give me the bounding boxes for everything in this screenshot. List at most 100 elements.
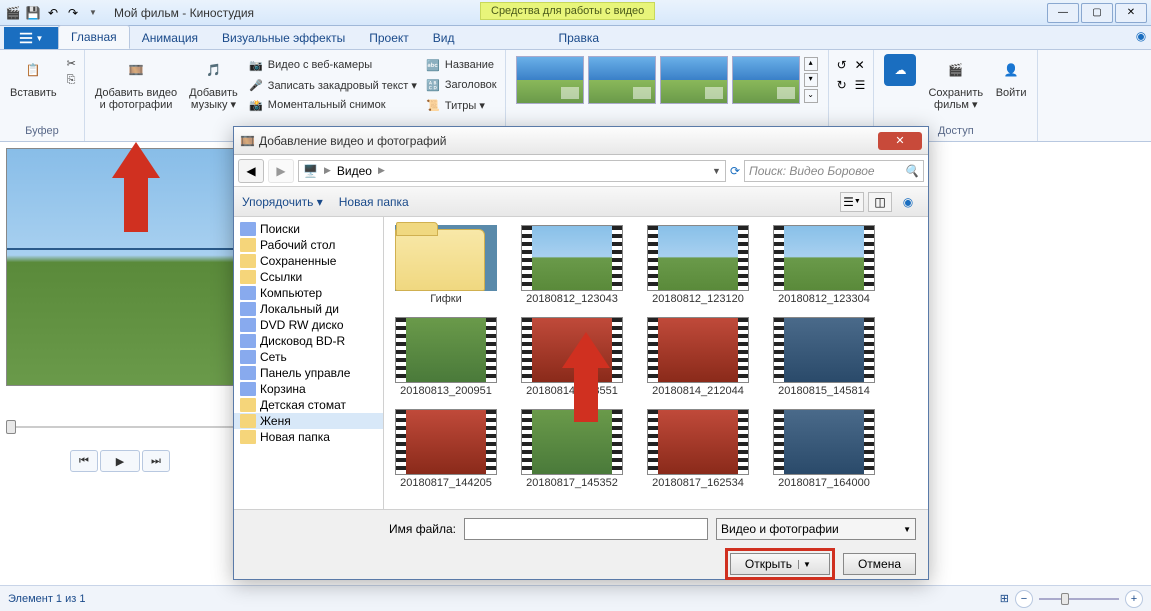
file-list[interactable]: Гифки20180812_12304320180812_12312020180… xyxy=(384,217,928,509)
tab-edit[interactable]: Правка xyxy=(546,27,611,49)
cut-button[interactable]: ✂ xyxy=(65,56,78,71)
tab-project[interactable]: Проект xyxy=(357,27,421,49)
view-options-button[interactable]: ☰ ▼ xyxy=(840,192,864,212)
tree-item[interactable]: Ссылки xyxy=(234,269,383,285)
nav-forward-button[interactable]: ▶ xyxy=(268,159,294,183)
tab-main[interactable]: Главная xyxy=(58,25,130,49)
theme-thumb-4[interactable] xyxy=(732,56,800,104)
next-button[interactable]: ⏭ xyxy=(142,450,170,472)
file-item[interactable]: 20180814_212044 xyxy=(644,317,752,397)
prev-button[interactable]: ⏮ xyxy=(70,450,98,472)
theme-thumb-1[interactable] xyxy=(516,56,584,104)
zoom-in-button[interactable]: + xyxy=(1125,590,1143,608)
dialog-title: Добавление видео и фотографий xyxy=(259,134,446,148)
file-item[interactable]: 20180812_123120 xyxy=(644,225,752,305)
maximize-button[interactable]: ▢ xyxy=(1081,3,1113,23)
tree-item[interactable]: Компьютер xyxy=(234,285,383,301)
save-icon[interactable]: 💾 xyxy=(24,4,42,22)
tab-effects[interactable]: Визуальные эффекты xyxy=(210,27,357,49)
file-item[interactable]: 20180817_164000 xyxy=(770,409,878,489)
snapshot-button[interactable]: 📸Моментальный снимок xyxy=(246,96,419,114)
signin-button[interactable]: 👤 Войти xyxy=(991,52,1031,101)
search-input[interactable]: Поиск: Видео Боровое 🔍 xyxy=(744,160,924,182)
file-item[interactable]: 20180812_123304 xyxy=(770,225,878,305)
breadcrumb-dropdown-icon[interactable]: ▼ xyxy=(712,166,721,176)
dialog-help-icon[interactable]: ◉ xyxy=(896,192,920,212)
file-item[interactable]: 20180817_162534 xyxy=(644,409,752,489)
tree-item[interactable]: Корзина xyxy=(234,381,383,397)
undo-icon[interactable]: ↶ xyxy=(44,4,62,22)
qat-dropdown-icon[interactable]: ▼ xyxy=(84,4,102,22)
folder-icon xyxy=(240,350,256,364)
theme-scroll-down[interactable]: ▾ xyxy=(804,73,818,87)
voiceover-button[interactable]: 🎤Записать закадровый текст ▾ xyxy=(246,76,419,94)
timeline-slider[interactable] xyxy=(6,426,234,428)
credits-button[interactable]: 📜Титры ▾ xyxy=(423,96,499,114)
file-item[interactable]: 20180813_200951 xyxy=(392,317,500,397)
zoom-slider[interactable] xyxy=(1039,598,1119,600)
play-button[interactable]: ▶ xyxy=(100,450,140,472)
close-button[interactable]: ✕ xyxy=(1115,3,1147,23)
delete-icon[interactable]: ✕ xyxy=(855,58,866,72)
add-music-button[interactable]: 🎵 Добавить музыку ▾ xyxy=(185,52,242,113)
open-split-arrow[interactable]: ▼ xyxy=(798,560,815,569)
theme-thumb-3[interactable] xyxy=(660,56,728,104)
zoom-thumb[interactable] xyxy=(1061,593,1069,605)
filename-input[interactable] xyxy=(464,518,708,540)
file-item[interactable]: 20180815_145814 xyxy=(770,317,878,397)
app-icon[interactable]: 🎬 xyxy=(4,4,22,22)
tree-item[interactable]: Новая папка xyxy=(234,429,383,445)
nav-back-button[interactable]: ◀ xyxy=(238,159,264,183)
paste-button[interactable]: 📋 Вставить xyxy=(6,52,61,101)
folder-icon xyxy=(240,222,256,236)
refresh-icon[interactable]: ⟳ xyxy=(730,164,740,178)
file-menu-button[interactable]: ▼ xyxy=(4,27,58,49)
view-mode-icon[interactable]: ⊞ xyxy=(1000,592,1009,605)
organize-button[interactable]: Упорядочить ▾ xyxy=(242,195,323,209)
open-button[interactable]: Открыть ▼ xyxy=(730,553,830,575)
rotate-left-icon[interactable]: ↺ xyxy=(837,58,847,72)
tree-item[interactable]: Сохраненные xyxy=(234,253,383,269)
tree-item[interactable]: Панель управле xyxy=(234,365,383,381)
tree-item[interactable]: Сеть xyxy=(234,349,383,365)
webcam-button[interactable]: 📷Видео с веб-камеры xyxy=(246,56,419,74)
rotate-right-icon[interactable]: ↻ xyxy=(837,78,847,92)
tree-item[interactable]: Локальный ди xyxy=(234,301,383,317)
cancel-button[interactable]: Отмена xyxy=(843,553,916,575)
copy-button[interactable]: ⎘ xyxy=(65,73,78,88)
add-video-photo-button[interactable]: 🎞️ Добавить видео и фотографии xyxy=(91,52,181,113)
help-icon[interactable]: ◉ xyxy=(1131,29,1151,49)
onedrive-button[interactable]: ☁ xyxy=(880,52,920,88)
save-movie-button[interactable]: 🎬 Сохранить фильм ▾ xyxy=(924,52,987,113)
minimize-button[interactable]: — xyxy=(1047,3,1079,23)
file-item[interactable]: 20180817_144205 xyxy=(392,409,500,489)
file-item[interactable]: 20180812_123043 xyxy=(518,225,626,305)
tree-item[interactable]: Дисковод BD-R xyxy=(234,333,383,349)
chevron-right-icon: ▶ xyxy=(324,165,331,176)
title-button[interactable]: 🔤Название xyxy=(423,56,499,74)
breadcrumb-item[interactable]: Видео xyxy=(337,164,372,178)
zoom-out-button[interactable]: − xyxy=(1015,590,1033,608)
tree-item[interactable]: Рабочий стол xyxy=(234,237,383,253)
camera-icon: 📸 xyxy=(248,97,264,113)
select-all-icon[interactable]: ☰ xyxy=(855,78,866,92)
filetype-filter[interactable]: Видео и фотографии ▼ xyxy=(716,518,916,540)
theme-expand[interactable]: ⌄ xyxy=(804,89,818,103)
redo-icon[interactable]: ↷ xyxy=(64,4,82,22)
heading-button[interactable]: 🔠Заголовок xyxy=(423,76,499,94)
tree-item[interactable]: Детская стомат xyxy=(234,397,383,413)
breadcrumb[interactable]: 🖥️ ▶ Видео ▶ ▼ xyxy=(298,160,726,182)
dialog-close-button[interactable]: ✕ xyxy=(878,132,922,150)
theme-thumb-2[interactable] xyxy=(588,56,656,104)
tree-item[interactable]: DVD RW диско xyxy=(234,317,383,333)
new-folder-button[interactable]: Новая папка xyxy=(339,195,409,209)
file-item[interactable]: Гифки xyxy=(392,225,500,305)
tab-animation[interactable]: Анимация xyxy=(130,27,210,49)
folder-tree[interactable]: ПоискиРабочий столСохраненныеСсылкиКомпь… xyxy=(234,217,384,509)
theme-scroll-up[interactable]: ▴ xyxy=(804,57,818,71)
preview-pane-button[interactable]: ◫ xyxy=(868,192,892,212)
tree-item[interactable]: Поиски xyxy=(234,221,383,237)
tab-view[interactable]: Вид xyxy=(421,27,467,49)
slider-thumb[interactable] xyxy=(6,420,16,434)
tree-item[interactable]: Женя xyxy=(234,413,383,429)
